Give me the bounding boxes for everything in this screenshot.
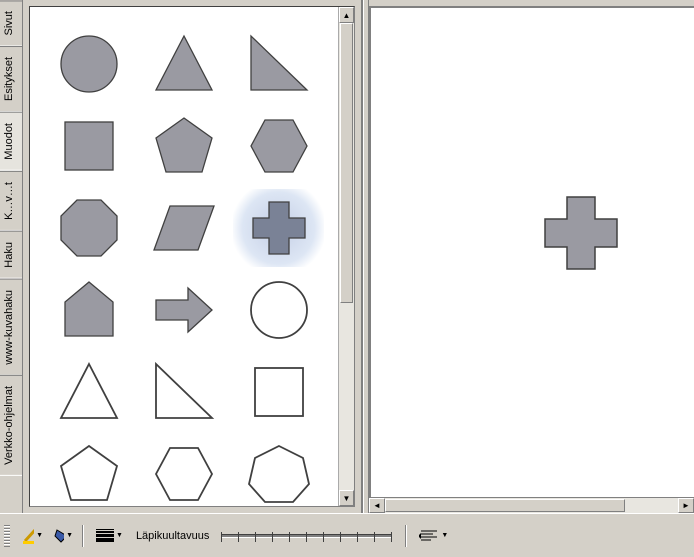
line-style-button[interactable]: ▼ bbox=[91, 524, 128, 548]
dropdown-arrow-icon: ▼ bbox=[116, 532, 123, 539]
dropdown-arrow-icon: ▼ bbox=[441, 532, 448, 539]
shape-right-triangle-filled[interactable] bbox=[233, 25, 324, 103]
shape-pentagon-filled[interactable] bbox=[139, 107, 230, 185]
canvas-cross-shape[interactable] bbox=[541, 193, 621, 273]
dropdown-arrow-icon: ▼ bbox=[36, 532, 43, 539]
bottom-toolbar: ▼ ▼ ▼ Läpikuultavuus bbox=[0, 513, 694, 557]
shape-parallelogram-filled[interactable] bbox=[139, 189, 230, 267]
tab-www-kuvahaku[interactable]: www-kuvahaku bbox=[0, 279, 22, 376]
toolbar-grip[interactable] bbox=[4, 525, 10, 547]
transparency-slider[interactable] bbox=[221, 534, 391, 538]
shape-hexagon-outline[interactable] bbox=[139, 435, 230, 506]
shape-cross-filled[interactable] bbox=[233, 189, 324, 267]
shapes-grid bbox=[30, 7, 338, 506]
paragraph-icon bbox=[419, 529, 439, 543]
dropdown-arrow-icon: ▼ bbox=[66, 532, 73, 539]
shape-arrow-right-filled[interactable] bbox=[139, 271, 230, 349]
shapes-panel: ▲ ▼ bbox=[23, 0, 363, 513]
vertical-scrollbar[interactable]: ▲ ▼ bbox=[338, 7, 354, 506]
shape-home-plate-filled[interactable] bbox=[44, 271, 135, 349]
tab-esitykset[interactable]: Esitykset bbox=[0, 46, 22, 112]
scroll-right-button[interactable]: ► bbox=[678, 498, 694, 513]
shape-hexagon-filled[interactable] bbox=[233, 107, 324, 185]
tab-haku[interactable]: Haku bbox=[0, 231, 22, 279]
shape-circle-outline[interactable] bbox=[233, 271, 324, 349]
tab-verkko-ohjelmat[interactable]: Verkko-ohjelmat bbox=[0, 375, 22, 476]
shape-circle-filled[interactable] bbox=[44, 25, 135, 103]
paint-bucket-button[interactable]: ▼ bbox=[50, 524, 74, 548]
tab-sivut[interactable]: Sivut bbox=[0, 0, 22, 46]
tab-kvt[interactable]: K…v…t bbox=[0, 171, 22, 231]
shape-heptagon-outline[interactable] bbox=[233, 435, 324, 506]
fill-color-button[interactable]: ▼ bbox=[20, 524, 44, 548]
scroll-up-button[interactable]: ▲ bbox=[339, 7, 354, 23]
hscroll-thumb[interactable] bbox=[385, 499, 625, 512]
horizontal-scrollbar[interactable]: ◄ ► bbox=[369, 497, 694, 513]
lines-icon bbox=[96, 529, 114, 543]
shape-octagon-filled[interactable] bbox=[44, 189, 135, 267]
scroll-left-button[interactable]: ◄ bbox=[369, 498, 385, 513]
shape-triangle-outline[interactable] bbox=[44, 353, 135, 431]
shape-square-outline[interactable] bbox=[233, 353, 324, 431]
side-tab-strip: Sivut Esitykset Muodot K…v…t Haku www-ku… bbox=[0, 0, 23, 513]
drawing-canvas[interactable] bbox=[369, 8, 694, 497]
shape-pentagon-outline[interactable] bbox=[44, 435, 135, 506]
shape-triangle-filled[interactable] bbox=[139, 25, 230, 103]
shape-right-triangle-outline[interactable] bbox=[139, 353, 230, 431]
scroll-thumb[interactable] bbox=[340, 23, 353, 303]
canvas-header bbox=[369, 0, 694, 8]
scroll-down-button[interactable]: ▼ bbox=[339, 490, 354, 506]
tab-muodot[interactable]: Muodot bbox=[0, 112, 22, 171]
paragraph-settings-button[interactable]: ▼ bbox=[414, 524, 453, 548]
transparency-label: Läpikuultavuus bbox=[136, 530, 209, 542]
shape-square-filled[interactable] bbox=[44, 107, 135, 185]
